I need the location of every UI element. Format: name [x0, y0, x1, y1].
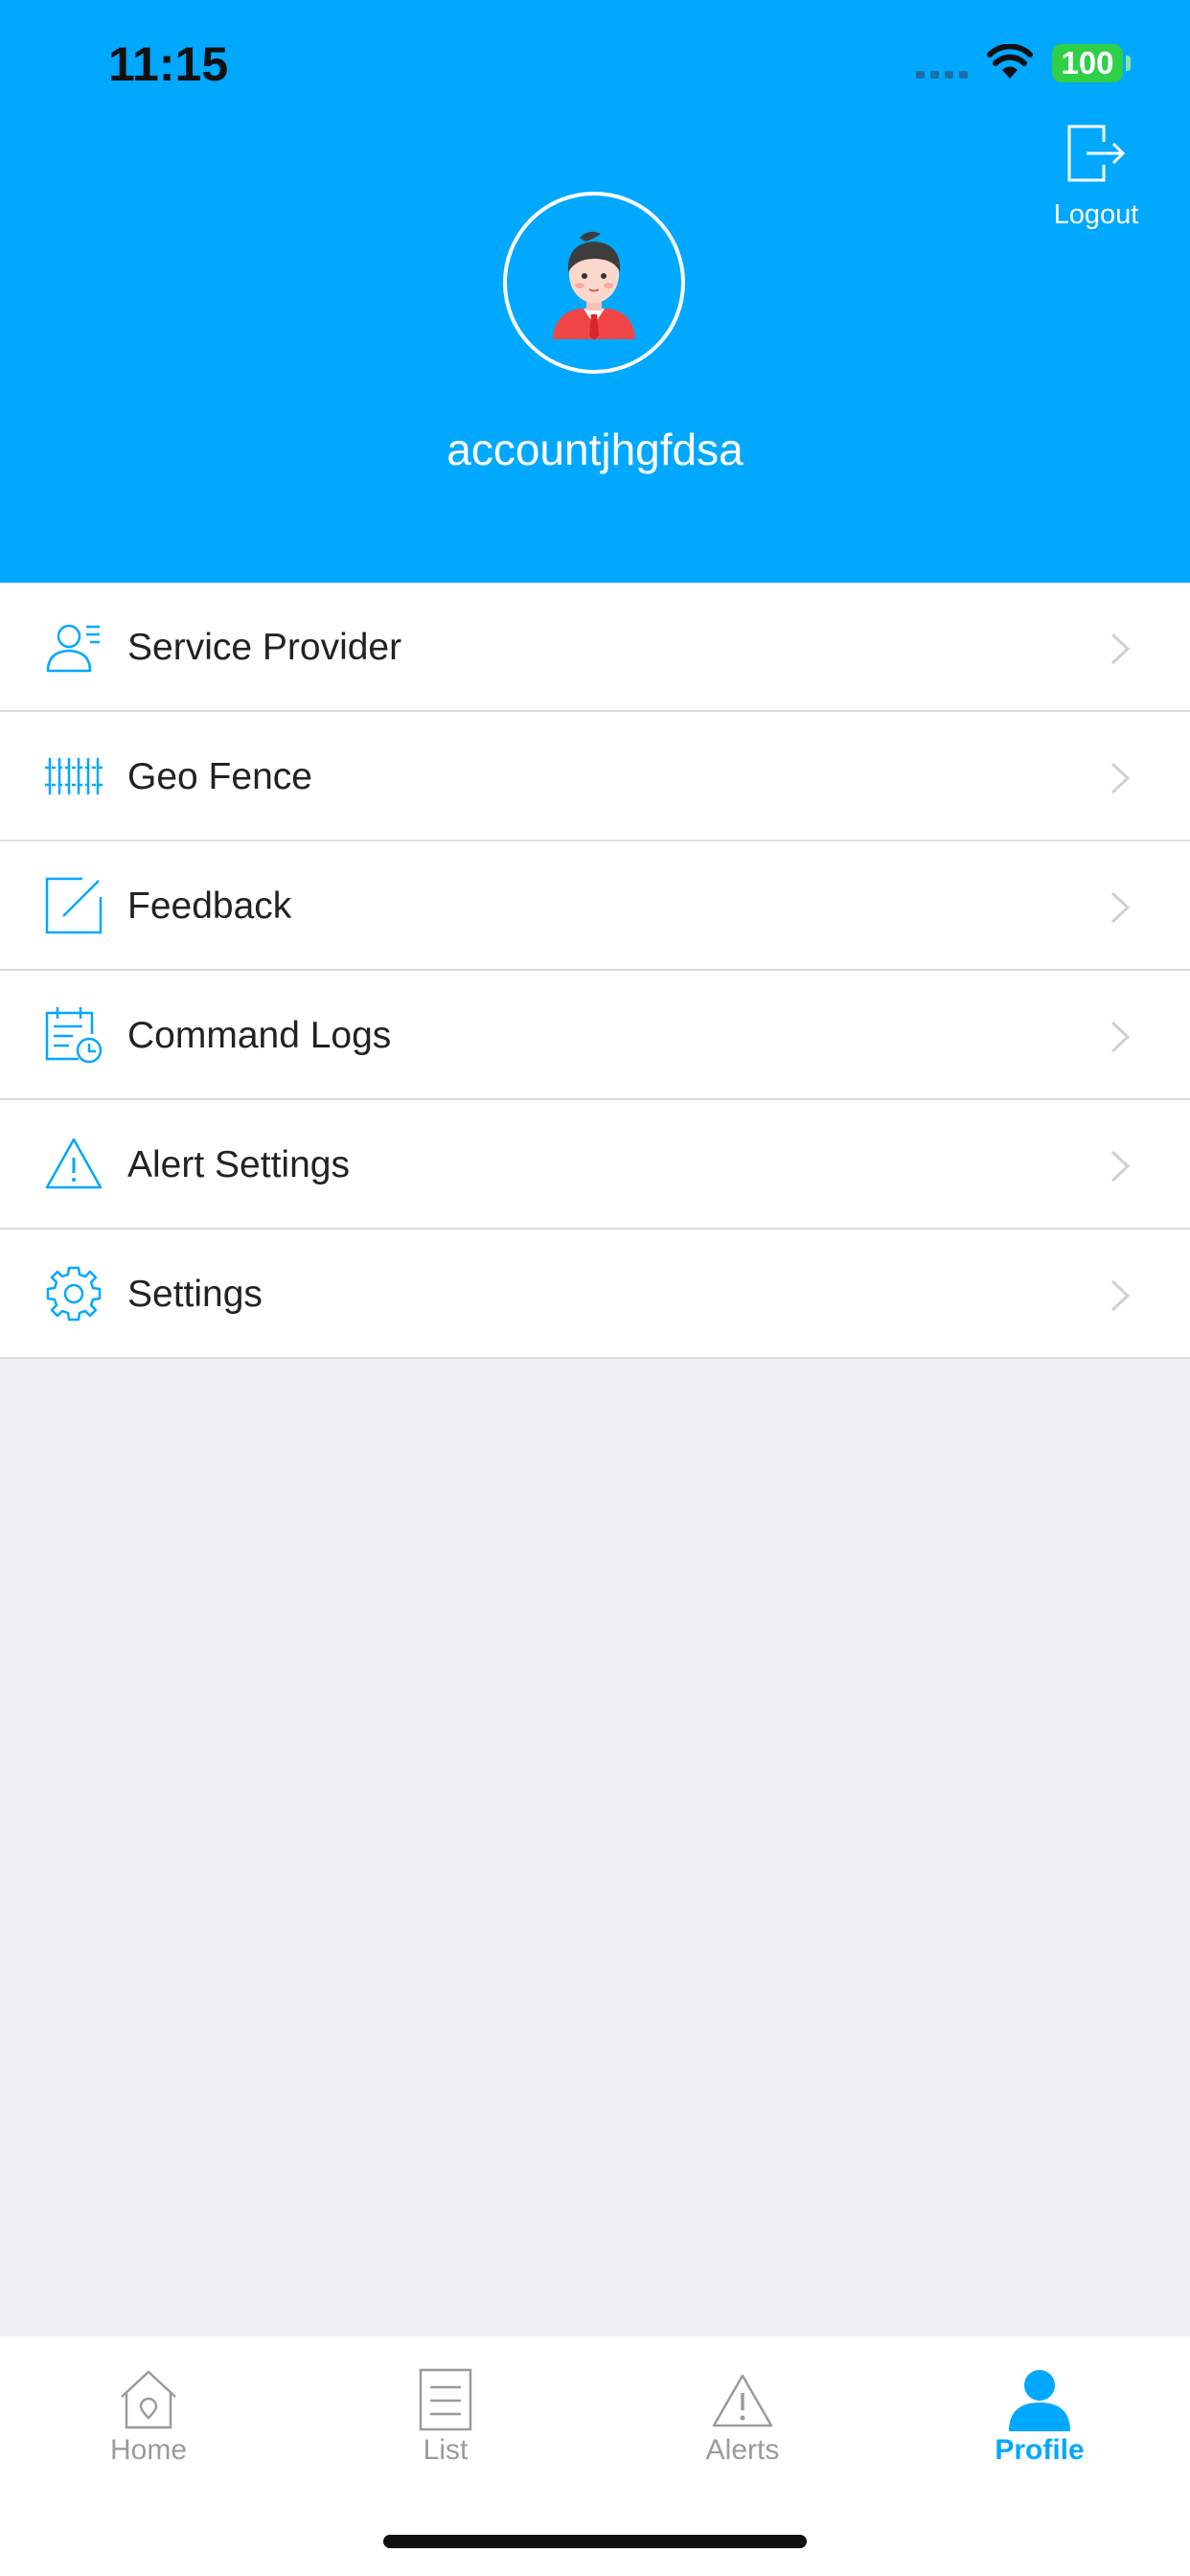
- alert-icon: [712, 2374, 773, 2427]
- wifi-icon: [987, 44, 1033, 79]
- home-icon: [121, 2370, 176, 2429]
- tab-label: Profile: [995, 2434, 1085, 2466]
- menu-item-label: Command Logs: [127, 1015, 392, 1056]
- user-avatar-icon: [553, 231, 635, 340]
- avatar[interactable]: [503, 192, 685, 374]
- menu-item-label: Feedback: [127, 886, 292, 927]
- menu-item-command-logs[interactable]: Command Logs: [0, 971, 1190, 1100]
- menu-item-settings[interactable]: Settings: [0, 1230, 1190, 1357]
- menu-item-geo-fence[interactable]: Geo Fence: [0, 712, 1190, 841]
- service-provider-icon: [46, 624, 100, 673]
- menu-item-label: Service Provider: [127, 627, 402, 668]
- tab-profile[interactable]: Profile: [891, 2336, 1188, 2490]
- list-icon: [419, 2368, 472, 2431]
- menu-item-label: Settings: [127, 1274, 263, 1315]
- chevron-right-icon: [1110, 632, 1131, 665]
- username: accountjhgfdsa: [446, 425, 744, 474]
- geo-fence-icon: [45, 758, 103, 794]
- tab-label: Alerts: [705, 2434, 780, 2466]
- tab-list[interactable]: List: [297, 2336, 594, 2490]
- status-time: 11:15: [108, 37, 229, 91]
- tab-home[interactable]: Home: [0, 2336, 297, 2490]
- feedback-icon: [45, 877, 103, 934]
- gear-icon: [46, 1266, 102, 1322]
- menu-item-alert-settings[interactable]: Alert Settings: [0, 1100, 1190, 1230]
- chevron-right-icon: [1110, 1279, 1131, 1312]
- chevron-right-icon: [1110, 1021, 1131, 1053]
- chevron-right-icon: [1110, 1150, 1131, 1183]
- alert-settings-icon: [45, 1138, 103, 1189]
- menu-item-label: Geo Fence: [127, 756, 312, 797]
- logout-label: Logout: [1053, 199, 1139, 230]
- menu-item-service-provider[interactable]: Service Provider: [0, 583, 1190, 712]
- cellular-signal-icon: [916, 71, 968, 79]
- profile-icon: [1009, 2370, 1070, 2431]
- profile-menu: Service Provider Geo Fence Feedback Comm…: [0, 583, 1190, 1359]
- menu-item-label: Alert Settings: [127, 1144, 350, 1185]
- menu-item-feedback[interactable]: Feedback: [0, 841, 1190, 971]
- logout-button[interactable]: Logout: [1039, 123, 1154, 238]
- command-logs-icon: [45, 1007, 103, 1064]
- tab-alerts[interactable]: Alerts: [594, 2336, 891, 2490]
- tab-label: List: [423, 2434, 469, 2466]
- chevron-right-icon: [1110, 891, 1131, 924]
- profile-header: 11:15 100 Logout accountjhgfdsa: [0, 0, 1190, 583]
- chevron-right-icon: [1110, 762, 1131, 794]
- logout-icon: [1067, 125, 1126, 182]
- tab-label: Home: [109, 2434, 188, 2466]
- battery-indicator: 100: [1052, 44, 1123, 82]
- home-indicator: [383, 2535, 807, 2548]
- battery-nub: [1126, 56, 1131, 71]
